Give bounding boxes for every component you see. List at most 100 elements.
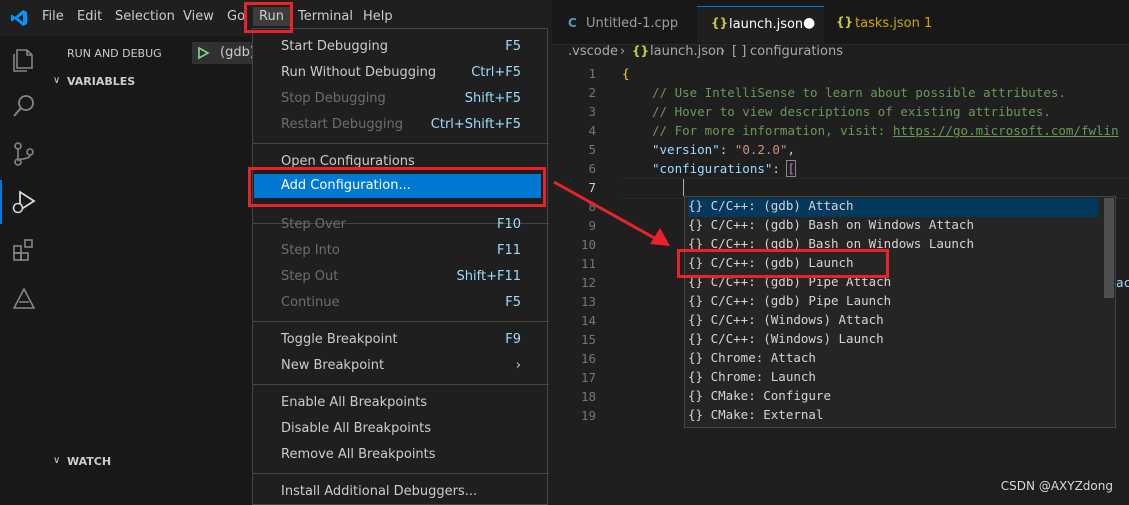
line-number: 15 bbox=[580, 332, 596, 347]
suggestion-item[interactable]: {} Chrome: Launch bbox=[688, 369, 816, 388]
annotation-box bbox=[248, 167, 546, 207]
unsaved-dot-icon[interactable]: ● bbox=[803, 15, 815, 31]
watch-section-header[interactable]: WATCH bbox=[67, 455, 111, 468]
menu-edit[interactable]: Edit bbox=[77, 9, 102, 24]
run-and-debug-panel: RUN AND DEBUG (gdb) ∨ VARIABLES ∨ WATCH bbox=[48, 36, 255, 505]
activity-bar bbox=[0, 36, 48, 505]
line-number: 13 bbox=[580, 294, 596, 309]
code-configurations-line: "configurations": [ bbox=[652, 160, 796, 177]
run-menu: Start Debugging F5 Run Without Debugging C… bbox=[252, 28, 549, 505]
code-version-line: "version": "0.2.0", bbox=[652, 142, 796, 157]
array-icon: [ ] bbox=[732, 44, 747, 59]
breadcrumb-node[interactable]: configurations bbox=[750, 44, 843, 59]
menu-go[interactable]: Go bbox=[227, 9, 245, 24]
menu-run-without-debugging[interactable]: Run Without Debugging Ctrl+F5 bbox=[281, 60, 521, 86]
menu-install-additional-debuggers[interactable]: Install Additional Debuggers... bbox=[281, 479, 521, 505]
menu-disable-all-breakpoints[interactable]: Disable All Breakpoints bbox=[281, 416, 521, 442]
menu-start-debugging[interactable]: Start Debugging F5 bbox=[281, 34, 521, 60]
line-number: 11 bbox=[580, 256, 596, 271]
line-number: 3 bbox=[588, 104, 596, 119]
suggestion-item[interactable]: {} CMake: Configure bbox=[688, 388, 831, 407]
annotation-box bbox=[677, 249, 889, 278]
watermark: CSDN @AXYZdong bbox=[1000, 479, 1113, 493]
suggestion-item[interactable]: {} C/C++: (gdb) Bash on Windows Attach bbox=[688, 217, 974, 236]
vscode-logo-icon bbox=[11, 10, 27, 26]
explorer-icon[interactable] bbox=[10, 46, 38, 74]
menu-toggle-breakpoint[interactable]: Toggle Breakpoint F9 bbox=[281, 327, 521, 353]
menu-restart-debugging[interactable]: Restart Debugging Ctrl+Shift+F5 bbox=[281, 112, 521, 138]
chevron-right-icon: › bbox=[720, 44, 726, 59]
panel-title: RUN AND DEBUG bbox=[67, 47, 162, 60]
active-indicator bbox=[0, 180, 2, 224]
suggestion-item[interactable]: {} C/C++: (gdb) Attach bbox=[688, 198, 1098, 217]
menu-step-into[interactable]: Step Into F11 bbox=[281, 238, 521, 264]
menu-help[interactable]: Help bbox=[363, 9, 393, 24]
line-number: 17 bbox=[580, 370, 596, 385]
tab-bar: C Untitled-1.cpp {} launch.json ● {} tas… bbox=[552, 0, 1129, 45]
line-number: 19 bbox=[580, 408, 596, 423]
config-name: (gdb) bbox=[220, 45, 255, 60]
suggestion-item[interactable]: {} C/C++: (gdb) Pipe Launch bbox=[688, 293, 891, 312]
annotation-box bbox=[244, 2, 293, 33]
code-overflow-fragment: ac bbox=[1116, 275, 1129, 290]
suggestion-scrollbar[interactable] bbox=[1104, 198, 1114, 298]
menu-remove-all-breakpoints[interactable]: Remove All Breakpoints bbox=[281, 442, 521, 468]
menu-new-breakpoint[interactable]: New Breakpoint › bbox=[281, 353, 521, 379]
tab-tasks-json[interactable]: {} tasks.json 1 bbox=[824, 6, 939, 42]
menu-continue[interactable]: Continue F5 bbox=[281, 290, 521, 316]
json-file-icon: {} bbox=[711, 16, 729, 30]
suggestion-item[interactable]: {} C/C++: (Windows) Launch bbox=[688, 331, 884, 350]
line-number: 2 bbox=[588, 85, 596, 100]
line-number: 14 bbox=[580, 313, 596, 328]
extensions-icon[interactable] bbox=[10, 236, 38, 264]
line-number: 16 bbox=[580, 351, 596, 366]
menu-terminal[interactable]: Terminal bbox=[298, 9, 353, 24]
suggestion-item[interactable]: {} C/C++: (Windows) Attach bbox=[688, 312, 884, 331]
menu-file[interactable]: File bbox=[42, 9, 64, 24]
menu-separator bbox=[253, 384, 549, 385]
code-link[interactable]: https://go.microsoft.com/fwlin bbox=[893, 123, 1119, 138]
line-number: 6 bbox=[588, 161, 596, 176]
code-open-brace: { bbox=[622, 66, 630, 81]
tab-launch-json[interactable]: {} launch.json ● bbox=[697, 6, 824, 43]
source-control-icon[interactable] bbox=[10, 140, 38, 168]
menu-separator bbox=[253, 143, 549, 144]
menu-step-out[interactable]: Step Out Shift+F11 bbox=[281, 264, 521, 290]
code-comment-line: // For more information, visit: https://… bbox=[652, 123, 1119, 138]
chevron-right-icon: › bbox=[620, 44, 626, 59]
line-number: 1 bbox=[588, 66, 596, 81]
menu-separator bbox=[253, 321, 549, 322]
menu-separator bbox=[253, 473, 549, 474]
cpp-file-icon: C bbox=[568, 16, 577, 30]
line-number: 4 bbox=[588, 123, 596, 138]
chevron-right-icon: › bbox=[515, 358, 521, 373]
suggestion-item[interactable]: {} CMake: External bbox=[688, 407, 823, 426]
suggestion-item[interactable]: {} Chrome: Attach bbox=[688, 350, 816, 369]
remote-explorer-icon[interactable] bbox=[10, 284, 38, 312]
code-comment: // Hover to view descriptions of existin… bbox=[652, 104, 1051, 119]
debug-config-selector[interactable]: (gdb) bbox=[192, 42, 255, 64]
line-number: 18 bbox=[580, 389, 596, 404]
menu-view[interactable]: View bbox=[183, 9, 214, 24]
code-comment: // Use IntelliSense to learn about possi… bbox=[652, 85, 1066, 100]
text-cursor bbox=[683, 179, 684, 196]
menu-stop-debugging[interactable]: Stop Debugging Shift+F5 bbox=[281, 86, 521, 112]
menu-step-over[interactable]: Step Over F10 bbox=[281, 212, 521, 238]
variables-section-header[interactable]: VARIABLES bbox=[67, 75, 135, 88]
breadcrumb-file[interactable]: launch.json bbox=[650, 44, 724, 59]
menu-selection[interactable]: Selection bbox=[115, 9, 175, 24]
line-number: 12 bbox=[580, 275, 596, 290]
breadcrumb-folder[interactable]: .vscode bbox=[568, 44, 618, 59]
chevron-down-icon[interactable]: ∨ bbox=[53, 75, 60, 86]
chevron-down-icon[interactable]: ∨ bbox=[53, 455, 60, 466]
suggestion-widget: {} C/C++: (gdb) Attach {} C/C++: (gdb) B… bbox=[684, 196, 1116, 428]
run-and-debug-icon[interactable] bbox=[10, 188, 38, 216]
play-icon[interactable] bbox=[196, 46, 210, 60]
json-file-icon: {} bbox=[836, 15, 854, 29]
menu-enable-all-breakpoints[interactable]: Enable All Breakpoints bbox=[281, 390, 521, 416]
search-icon[interactable] bbox=[10, 92, 38, 120]
arrow-icon bbox=[553, 180, 670, 246]
tab-untitled-cpp[interactable]: C Untitled-1.cpp bbox=[552, 6, 698, 42]
json-file-icon: {} bbox=[632, 44, 650, 58]
line-number: 5 bbox=[588, 142, 596, 157]
